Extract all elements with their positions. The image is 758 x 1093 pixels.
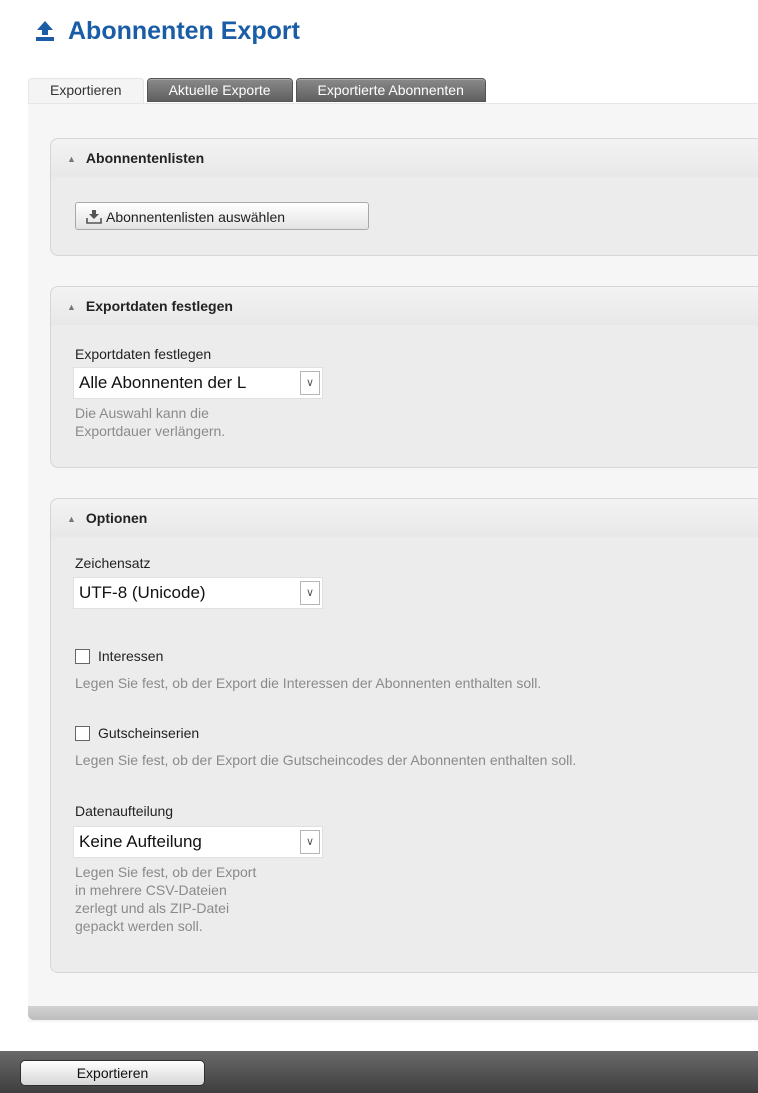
collapse-triangle-icon: ▲	[67, 154, 76, 164]
panel-title: Abonnentenlisten	[85, 150, 205, 166]
footer-bar: Exportieren	[0, 1051, 758, 1093]
charset-select[interactable]: UTF-8 (Unicode) ∨	[73, 577, 323, 609]
vouchers-help: Legen Sie fest, ob der Export die Gutsch…	[75, 752, 577, 768]
panel-title: Exportdaten festlegen	[85, 298, 233, 314]
panel-exportdaten: ▲ Exportdaten festlegen Exportdaten festl…	[50, 286, 758, 468]
split-help-line: zerlegt und als ZIP-Datei	[75, 900, 230, 916]
content-bottom-bar	[28, 1006, 758, 1020]
charset-select-value: UTF-8 (Unicode)	[79, 583, 206, 602]
split-help-line: in mehrere CSV-Dateien	[75, 882, 227, 898]
interests-help: Legen Sie fest, ob der Export die Intere…	[75, 675, 542, 691]
download-icon	[86, 210, 102, 224]
charset-label: Zeichensatz	[75, 555, 151, 571]
interests-checkbox[interactable]	[75, 648, 90, 664]
exportdata-select[interactable]: Alle Abonnenten der L ∨	[73, 367, 323, 399]
panel-title: Optionen	[85, 510, 148, 526]
split-help-line: Legen Sie fest, ob der Export	[75, 864, 257, 880]
tab-bar: Exportieren Aktuelle Exporte Exportierte…	[28, 78, 486, 104]
vouchers-option[interactable]: Gutscheinserien	[75, 725, 199, 741]
split-label: Datenaufteilung	[75, 803, 174, 819]
panel-header-exportdaten[interactable]: ▲ Exportdaten festlegen	[51, 287, 758, 325]
exportdata-help-line: Exportdauer verlängern.	[75, 423, 226, 439]
select-lists-button-label: Abonnentenlisten auswählen	[106, 209, 286, 225]
interests-label: Interessen	[98, 648, 164, 664]
split-help-line: gepackt werden soll.	[75, 918, 203, 934]
tab-aktuelle-exporte[interactable]: Aktuelle Exporte	[146, 78, 293, 102]
split-help: Legen Sie fest, ob der Export in mehrere…	[75, 863, 256, 935]
panel-header-abonnentenlisten[interactable]: ▲ Abonnentenlisten	[51, 139, 758, 177]
panel-abonnentenlisten: ▲ Abonnentenlisten Abonnentenlisten auswä…	[50, 138, 758, 256]
exportdata-select-value: Alle Abonnenten der L	[79, 373, 247, 392]
split-select[interactable]: Keine Aufteilung ∨	[73, 826, 323, 858]
panel-optionen: ▲ Optionen Zeichensatz UTF-8 (Unicode) ∨ …	[50, 498, 758, 973]
collapse-triangle-icon: ▲	[67, 302, 76, 312]
vouchers-checkbox[interactable]	[75, 725, 90, 741]
page-title: Abonnenten Export	[34, 14, 300, 48]
interests-option[interactable]: Interessen	[75, 648, 163, 664]
collapse-triangle-icon: ▲	[67, 514, 76, 524]
exportdata-label: Exportdaten festlegen	[75, 346, 212, 362]
tab-exportierte-abonnenten[interactable]: Exportierte Abonnenten	[295, 78, 486, 102]
chevron-down-icon: ∨	[300, 830, 320, 854]
export-button[interactable]: Exportieren	[20, 1060, 205, 1086]
upload-icon	[36, 21, 54, 41]
vouchers-label: Gutscheinserien	[98, 725, 200, 741]
page-title-text: Abonnenten Export	[68, 16, 300, 45]
chevron-down-icon: ∨	[300, 371, 320, 395]
exportdata-help-line: Die Auswahl kann die	[75, 405, 209, 421]
split-select-value: Keine Aufteilung	[79, 832, 202, 851]
exportdata-help: Die Auswahl kann die Exportdauer verläng…	[75, 404, 225, 440]
panel-header-optionen[interactable]: ▲ Optionen	[51, 499, 758, 537]
tab-exportieren[interactable]: Exportieren	[28, 78, 144, 104]
chevron-down-icon: ∨	[300, 581, 320, 605]
select-lists-button[interactable]: Abonnentenlisten auswählen	[75, 202, 369, 230]
